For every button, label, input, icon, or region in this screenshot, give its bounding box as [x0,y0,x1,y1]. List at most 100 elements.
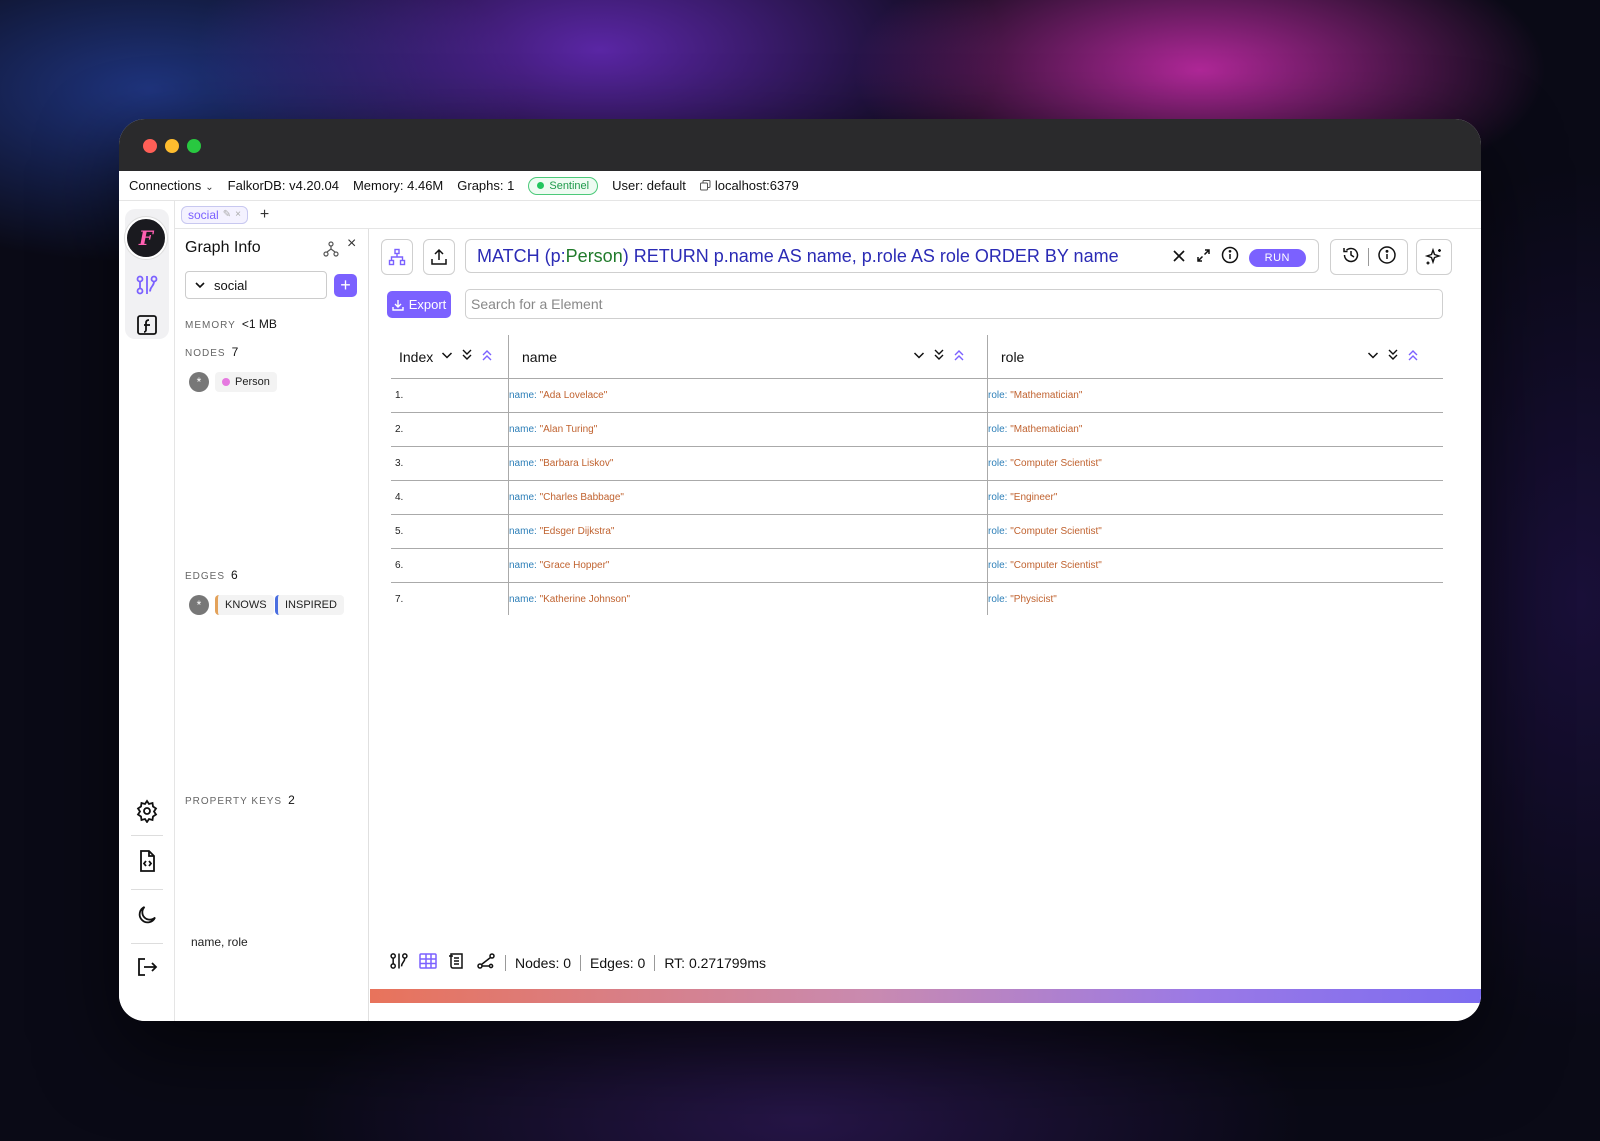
name-cell[interactable]: name: "Alan Turing" [509,424,597,435]
table-row[interactable]: 4. name: "Charles Babbage" role: "Engine… [391,481,1443,515]
edges-label: EDGES [185,571,226,582]
role-cell[interactable]: role: "Physicist" [988,594,1057,605]
runtime-label: RT: 0.271799ms [664,954,767,971]
edge-type-chip-inspired[interactable]: INSPIRED [275,595,344,615]
graph-select[interactable]: social [185,271,327,299]
gradient-accent-bar [370,989,1481,1003]
status-bar: Connections ⌄ FalkorDB: v4.20.04 Memory: … [119,171,1481,201]
role-cell[interactable]: role: "Mathematician" [988,390,1082,401]
property-keys-stat: PROPERTY KEYS 2 [185,793,295,807]
graph-info-icon[interactable] [133,271,161,299]
name-cell[interactable]: name: "Edsger Dijkstra" [509,526,614,537]
main-area: MATCH (p: Person) RETURN p.name AS name, … [370,229,1481,1021]
file-code-icon[interactable] [133,847,161,875]
cell-key: role: [988,594,1008,605]
node-label-chip[interactable]: Person [215,372,277,392]
connections-label: Connections [129,178,202,193]
table-row[interactable]: 2. name: "Alan Turing" role: "Mathematic… [391,413,1443,447]
close-panel-icon[interactable]: × [347,235,356,253]
table-view-icon[interactable] [418,951,438,974]
host-copy[interactable]: localhost:6379 [699,178,799,193]
table-row[interactable]: 7. name: "Katherine Johnson" role: "Phys… [391,583,1443,617]
role-cell[interactable]: role: "Computer Scientist" [988,560,1102,571]
edit-icon[interactable]: ✎ [223,209,231,220]
info-icon[interactable] [1221,246,1239,269]
row-index: 2. [395,424,404,435]
tab-social[interactable]: social ✎ × [181,205,248,224]
dark-mode-moon-icon[interactable] [133,901,161,929]
table-row[interactable]: 1. name: "Ada Lovelace" role: "Mathemati… [391,379,1443,413]
falkordb-logo[interactable]: F [125,217,167,259]
all-edges-chip[interactable]: * [189,595,209,615]
all-nodes-chip[interactable]: * [189,372,209,392]
close-window-button[interactable] [143,139,157,153]
clear-query-icon[interactable] [1172,247,1186,268]
run-button[interactable]: RUN [1248,248,1306,267]
metadata-view-icon[interactable] [447,951,467,974]
expand-icon[interactable] [1196,247,1211,268]
chevron-down-icon[interactable] [1367,349,1379,361]
name-cell[interactable]: name: "Katherine Johnson" [509,594,630,605]
add-graph-button[interactable]: + [334,274,357,297]
user-info: User: default [612,178,686,193]
name-cell[interactable]: name: "Ada Lovelace" [509,390,607,401]
table-row[interactable]: 3. name: "Barbara Liskov" role: "Compute… [391,447,1443,481]
close-tab-icon[interactable]: × [235,209,241,220]
query-text-start: MATCH (p: [477,245,566,266]
sort-ascending-icon[interactable] [1407,348,1419,362]
row-index: 3. [395,458,404,469]
table-row[interactable]: 6. name: "Grace Hopper" role: "Computer … [391,549,1443,583]
role-cell[interactable]: role: "Engineer" [988,492,1057,503]
function-icon[interactable] [133,311,161,339]
settings-gear-icon[interactable] [133,797,161,825]
cell-key: name: [509,594,537,605]
maximize-window-button[interactable] [187,139,201,153]
graph-view-icon[interactable] [389,951,409,974]
cell-key: role: [988,492,1008,503]
history-icon[interactable] [1341,245,1361,270]
sort-ascending-icon[interactable] [953,348,965,362]
share-graph-icon[interactable] [476,951,496,974]
name-cell[interactable]: name: "Charles Babbage" [509,492,624,503]
role-cell[interactable]: role: "Mathematician" [988,424,1082,435]
cell-value: "Alan Turing" [539,424,598,435]
sort-ascending-icon[interactable] [481,348,493,362]
add-tab-button[interactable]: + [260,206,269,224]
name-cell[interactable]: name: "Grace Hopper" [509,560,610,571]
export-button[interactable]: Export [387,291,451,318]
property-keys-list: name, role [191,935,248,949]
edges-count: 6 [231,568,238,582]
connections-menu[interactable]: Connections ⌄ [129,178,214,193]
header-name[interactable]: name [522,335,557,379]
sort-descending-icon[interactable] [461,348,473,362]
chevron-down-icon[interactable] [441,349,453,361]
graph-view-button[interactable] [381,239,413,275]
query-info-icon[interactable] [1377,245,1397,270]
query-editor[interactable]: MATCH (p: Person) RETURN p.name AS name, … [465,239,1319,273]
minimize-window-button[interactable] [165,139,179,153]
logo-letter: F [138,226,154,250]
chevron-down-icon: ⌄ [205,182,214,193]
cell-key: name: [509,458,537,469]
memory-usage: Memory: 4.46M [352,178,444,193]
graph-schema-icon[interactable] [323,241,339,262]
header-index[interactable]: Index [399,335,433,379]
name-cell[interactable]: name: "Barbara Liskov" [509,458,613,469]
schema-icon [388,248,406,266]
header-role[interactable]: role [1001,335,1024,379]
logout-icon[interactable] [133,953,161,981]
row-index: 6. [395,560,404,571]
edge-type-chip-knows[interactable]: KNOWS [215,595,274,615]
row-index: 4. [395,492,404,503]
sort-descending-icon[interactable] [933,348,945,362]
role-cell[interactable]: role: "Computer Scientist" [988,526,1102,537]
element-search-input[interactable]: Search for a Element [465,289,1443,319]
upload-button[interactable] [423,239,455,275]
chevron-down-icon[interactable] [913,349,925,361]
sort-descending-icon[interactable] [1387,348,1399,362]
ai-assistant-button[interactable] [1416,239,1452,275]
cell-key: name: [509,390,537,401]
table-row[interactable]: 5. name: "Edsger Dijkstra" role: "Comput… [391,515,1443,549]
cell-value: "Physicist" [1010,594,1057,605]
role-cell[interactable]: role: "Computer Scientist" [988,458,1102,469]
